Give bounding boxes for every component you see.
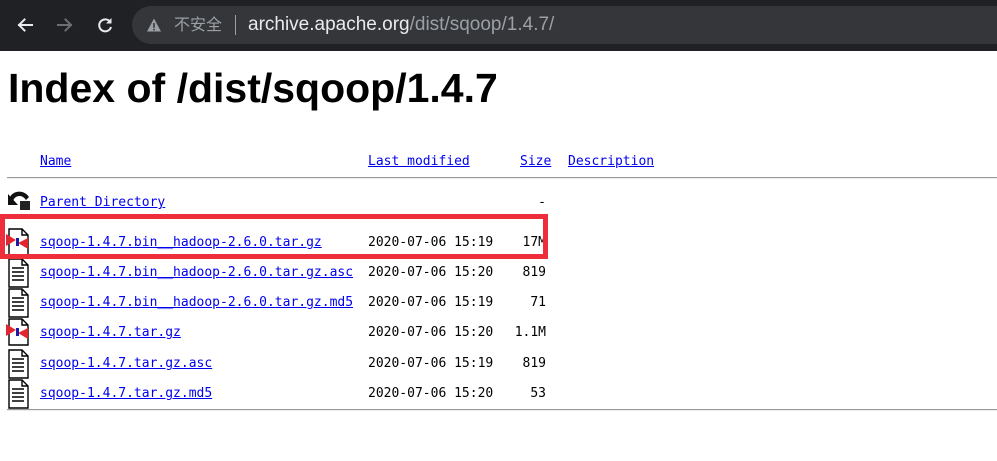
file-link[interactable]: sqoop-1.4.7.tar.gz (40, 325, 181, 340)
arrow-right-icon (57, 18, 73, 32)
back-button[interactable] (10, 10, 40, 40)
file-link[interactable]: sqoop-1.4.7.tar.gz.asc (40, 356, 212, 371)
url-path: /dist/sqoop/1.4.7/ (409, 14, 555, 35)
file-modified: 2020-07-06 15:20 (368, 265, 494, 280)
text-file-icon (8, 349, 29, 379)
file-modified: 2020-07-06 15:19 (368, 356, 494, 371)
address-bar-divider (235, 15, 236, 35)
file-row: sqoop-1.4.7.tar.gz.md5 2020-07-06 15:20 … (0, 379, 997, 409)
column-header-name[interactable]: Name (40, 154, 71, 169)
column-header-size[interactable]: Size (520, 154, 551, 169)
file-size: 71 (530, 295, 546, 310)
reload-button[interactable] (90, 10, 120, 40)
file-row: sqoop-1.4.7.tar.gz.asc 2020-07-06 15:19 … (0, 349, 997, 379)
reload-icon (98, 18, 112, 33)
file-size: 819 (522, 356, 546, 371)
footer-divider (7, 409, 997, 411)
column-header-last-modified[interactable]: Last modified (368, 154, 470, 169)
file-link[interactable]: sqoop-1.4.7.bin__hadoop-2.6.0.tar.gz.asc (40, 265, 353, 280)
url-host: archive.apache.org (248, 14, 410, 35)
text-file-icon (8, 288, 29, 318)
url-text[interactable]: archive.apache.org/dist/sqoop/1.4.7/ (248, 14, 554, 36)
column-header-description[interactable]: Description (568, 154, 654, 169)
browser-toolbar: 不安全 archive.apache.org/dist/sqoop/1.4.7/ (0, 0, 997, 51)
text-file-icon (8, 379, 29, 409)
page-title: Index of /dist/sqoop/1.4.7 (8, 65, 498, 111)
highlight-annotation-box (0, 214, 548, 259)
file-link[interactable]: sqoop-1.4.7.bin__hadoop-2.6.0.tar.gz.md5 (40, 295, 353, 310)
header-divider (7, 177, 997, 179)
warning-icon[interactable] (146, 17, 162, 33)
file-modified: 2020-07-06 15:19 (368, 295, 494, 310)
file-row: sqoop-1.4.7.tar.gz 2020-07-06 15:20 1.1M (0, 318, 997, 348)
compressed-file-icon (6, 318, 29, 346)
file-row: sqoop-1.4.7.bin__hadoop-2.6.0.tar.gz.asc… (0, 258, 997, 288)
file-size: - (538, 195, 546, 210)
text-file-icon (8, 258, 29, 288)
file-size: 53 (530, 386, 546, 401)
file-size: 819 (522, 265, 546, 280)
arrow-left-icon (17, 18, 33, 32)
file-modified: 2020-07-06 15:20 (368, 386, 494, 401)
file-modified: 2020-07-06 15:20 (368, 325, 494, 340)
parent-directory-link[interactable]: Parent Directory (40, 195, 165, 210)
security-status-text[interactable]: 不安全 (174, 15, 222, 35)
file-link[interactable]: sqoop-1.4.7.tar.gz.md5 (40, 386, 212, 401)
file-size: 1.1M (514, 325, 546, 340)
forward-button[interactable] (50, 10, 80, 40)
back-arrow-icon (8, 191, 30, 210)
file-row: sqoop-1.4.7.bin__hadoop-2.6.0.tar.gz.md5… (0, 288, 997, 318)
